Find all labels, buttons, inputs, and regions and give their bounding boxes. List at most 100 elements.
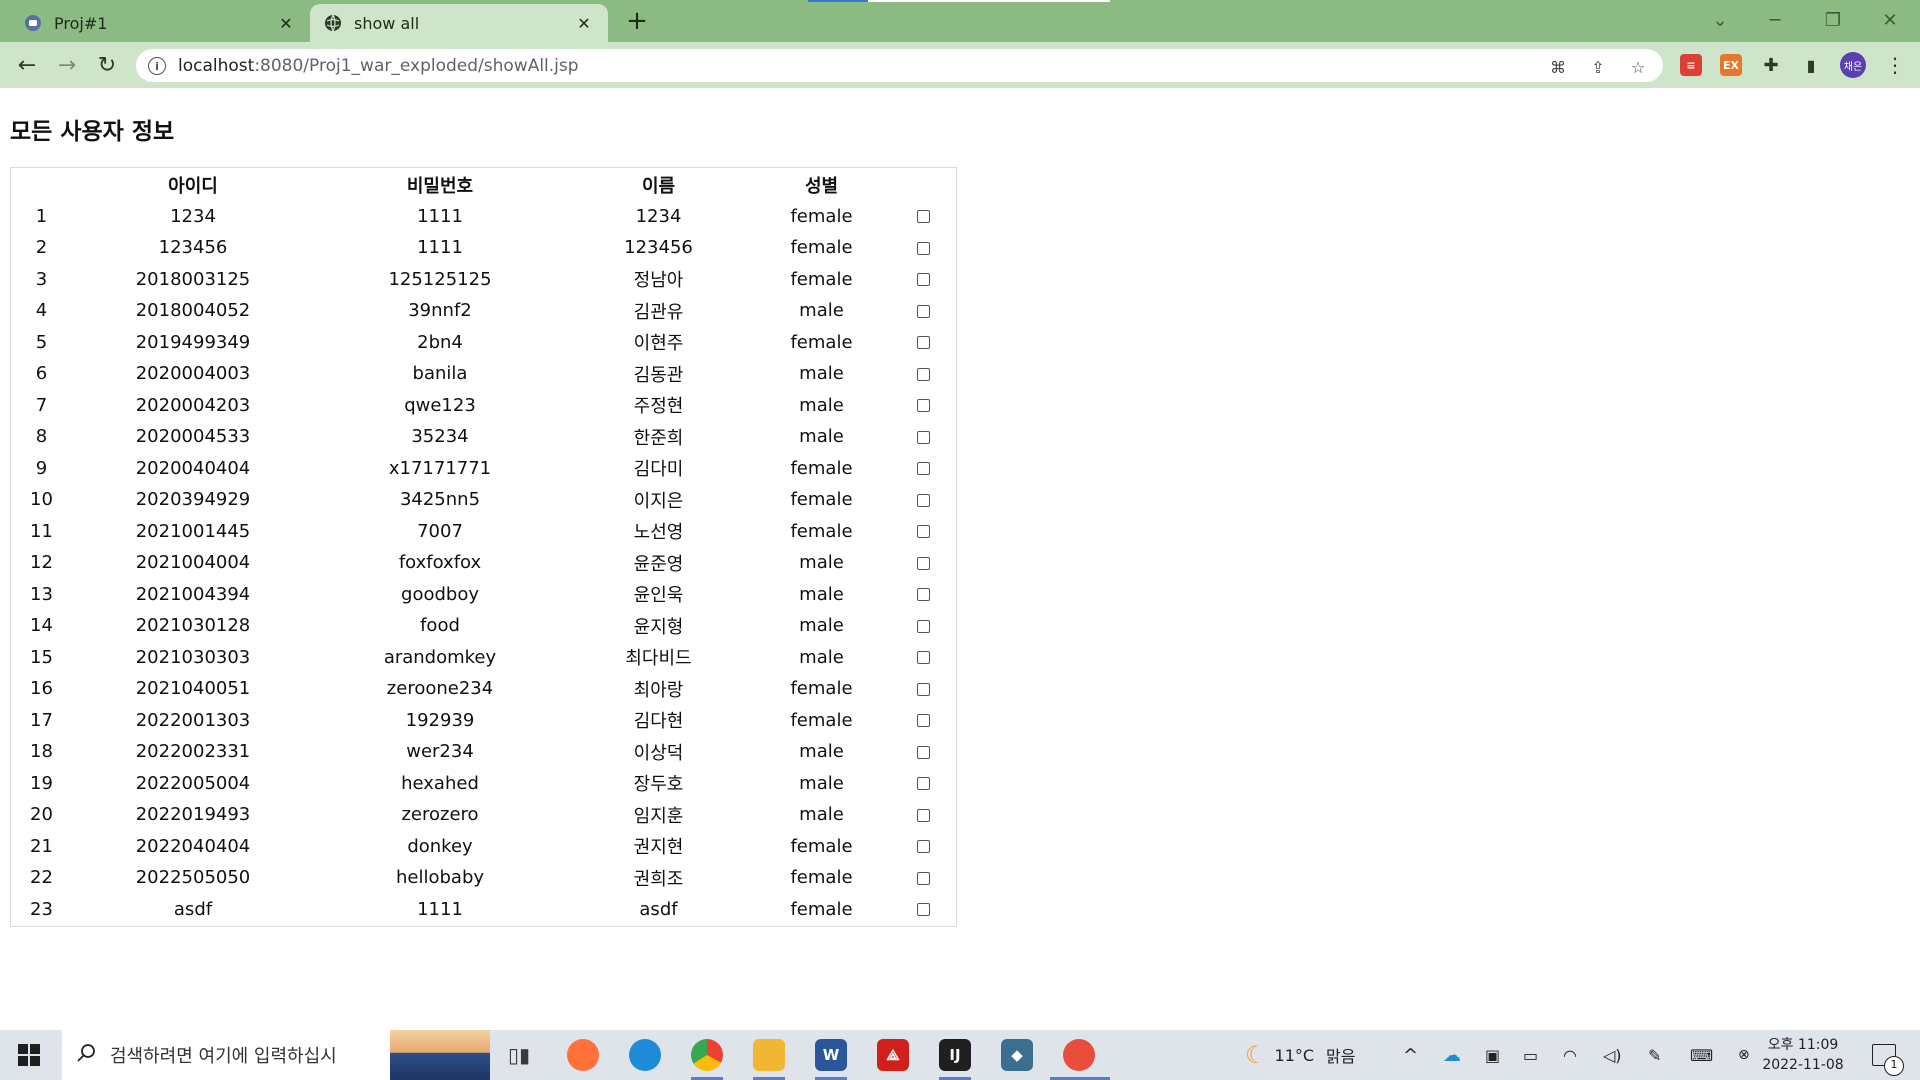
- cell-number: 1: [35, 205, 48, 227]
- share-icon[interactable]: ⇪: [1588, 57, 1608, 77]
- col-header-id: 아이디: [168, 175, 218, 197]
- mysql-workbench-icon[interactable]: ◆: [1001, 1039, 1033, 1071]
- cell-name: 최아랑: [633, 679, 684, 701]
- cell-gender: male: [799, 615, 844, 637]
- tab-search-chevron-icon[interactable]: ⌄: [1700, 6, 1740, 34]
- cell-password: 1111: [417, 205, 463, 227]
- row-checkbox[interactable]: [916, 525, 930, 539]
- row-checkbox[interactable]: [916, 745, 930, 759]
- cell-name: 최다비드: [625, 648, 692, 670]
- cell-id: 2022019493: [135, 804, 251, 826]
- address-bar[interactable]: i localhost:8080/Proj1_war_exploded/show…: [136, 49, 1663, 82]
- globe-icon: [324, 14, 342, 32]
- row-checkbox[interactable]: [916, 682, 930, 696]
- row-checkbox[interactable]: [916, 493, 930, 507]
- volume-icon[interactable]: ◁): [1603, 1030, 1622, 1080]
- cell-gender: female: [790, 898, 853, 920]
- paint-icon[interactable]: [1063, 1039, 1095, 1071]
- row-checkbox[interactable]: [916, 714, 930, 728]
- tab-show-all[interactable]: show all ✕: [310, 4, 608, 42]
- tab-proj1[interactable]: Proj#1 ✕: [10, 4, 310, 42]
- site-info-icon[interactable]: i: [148, 56, 166, 75]
- extensions-puzzle-icon[interactable]: ✚: [1760, 54, 1782, 76]
- cell-name: 주정현: [633, 396, 684, 418]
- device-icon[interactable]: ▣: [1485, 1030, 1500, 1080]
- row-checkbox[interactable]: [916, 273, 930, 287]
- show-hidden-icons-icon[interactable]: ^: [1403, 1030, 1418, 1080]
- forward-icon[interactable]: →: [53, 51, 81, 79]
- cell-select: [892, 548, 954, 578]
- keyboard-icon[interactable]: ⌨: [1690, 1030, 1713, 1080]
- close-tab-icon[interactable]: ✕: [276, 13, 296, 33]
- profile-avatar[interactable]: 채은: [1840, 52, 1866, 78]
- row-checkbox[interactable]: [916, 777, 930, 791]
- cell-name: 정남아: [633, 270, 684, 292]
- tab-strip-accent: [868, 0, 1110, 2]
- onedrive-icon[interactable]: ☁: [1443, 1030, 1461, 1080]
- close-window-icon[interactable]: ✕: [1870, 6, 1910, 34]
- row-checkbox[interactable]: [916, 304, 930, 318]
- cell-select: [892, 643, 954, 673]
- row-checkbox[interactable]: [916, 210, 930, 224]
- clock-date: 2022-11-08: [1762, 1057, 1844, 1073]
- cell-name: 임지훈: [633, 805, 684, 827]
- row-checkbox[interactable]: [916, 840, 930, 854]
- page-content: 모든 사용자 정보 아이디 비밀번호 이름 성별 1 1234 1111 1234 fe…: [0, 88, 1920, 1030]
- minimize-icon[interactable]: ─: [1755, 6, 1795, 34]
- row-checkbox[interactable]: [916, 430, 930, 444]
- task-view-icon[interactable]: ▯▮: [503, 1039, 535, 1071]
- cell-select: [892, 454, 954, 484]
- ex-extension-icon[interactable]: EX: [1720, 54, 1742, 76]
- bookmark-star-icon[interactable]: ☆: [1628, 57, 1648, 77]
- search-placeholder: 검색하려면 여기에 입력하십시: [110, 1046, 337, 1067]
- taskbar-search-box[interactable]: 검색하려면 여기에 입력하십시: [62, 1030, 490, 1080]
- new-tab-button[interactable]: +: [624, 8, 650, 34]
- restore-icon[interactable]: ❐: [1813, 6, 1853, 34]
- cell-password: donkey: [407, 835, 473, 857]
- cell-number: 12: [30, 552, 53, 574]
- cell-name: 윤지형: [633, 616, 684, 638]
- pen-icon[interactable]: ✎: [1648, 1030, 1661, 1080]
- back-icon[interactable]: ←: [13, 51, 41, 79]
- row-checkbox[interactable]: [916, 903, 930, 917]
- windows-start-icon[interactable]: [18, 1044, 40, 1066]
- row-checkbox[interactable]: [916, 871, 930, 885]
- row-checkbox[interactable]: [916, 808, 930, 822]
- translate-icon[interactable]: ⌘: [1548, 57, 1568, 77]
- edge-icon[interactable]: [629, 1039, 661, 1071]
- battery-icon[interactable]: ▭: [1523, 1030, 1538, 1080]
- weather-widget[interactable]: ☾ 11°C 맑음: [1245, 1030, 1356, 1080]
- cell-password: zeroone234: [386, 678, 494, 700]
- close-tab-icon[interactable]: ✕: [574, 13, 594, 33]
- table-row: 1 1234 1111 1234 female: [13, 202, 954, 232]
- url-text[interactable]: localhost:8080/Proj1_war_exploded/showAl…: [178, 56, 579, 76]
- word-icon[interactable]: W: [815, 1039, 847, 1071]
- intellij-icon[interactable]: IJ: [939, 1039, 971, 1071]
- row-checkbox[interactable]: [916, 556, 930, 570]
- todoist-extension-icon[interactable]: ≡: [1680, 54, 1702, 76]
- side-panel-icon[interactable]: ▮: [1800, 54, 1822, 76]
- cell-number: 17: [30, 709, 53, 731]
- browser-menu-icon[interactable]: ⋮: [1885, 52, 1905, 78]
- cell-password: 35234: [411, 426, 469, 448]
- file-explorer-icon[interactable]: [753, 1039, 785, 1071]
- row-checkbox[interactable]: [916, 651, 930, 665]
- acrobat-icon[interactable]: ⟁: [877, 1039, 909, 1071]
- cell-password: goodboy: [401, 583, 479, 605]
- row-checkbox[interactable]: [916, 588, 930, 602]
- row-checkbox[interactable]: [916, 241, 930, 255]
- row-checkbox[interactable]: [916, 367, 930, 381]
- system-clock[interactable]: 오후 11:09 2022-11-08: [1760, 1035, 1846, 1075]
- cell-number: 23: [30, 898, 53, 920]
- cell-number: 18: [30, 741, 53, 763]
- row-checkbox[interactable]: [916, 462, 930, 476]
- clock-time: 오후 11:09: [1767, 1037, 1839, 1053]
- wifi-icon[interactable]: ◠: [1563, 1030, 1577, 1080]
- firefox-icon[interactable]: [567, 1039, 599, 1071]
- reload-icon[interactable]: ↻: [93, 51, 121, 79]
- row-checkbox[interactable]: [916, 336, 930, 350]
- chrome-icon[interactable]: [691, 1039, 723, 1071]
- ime-icon[interactable]: ⊗: [1738, 1030, 1750, 1080]
- row-checkbox[interactable]: [916, 399, 930, 413]
- row-checkbox[interactable]: [916, 619, 930, 633]
